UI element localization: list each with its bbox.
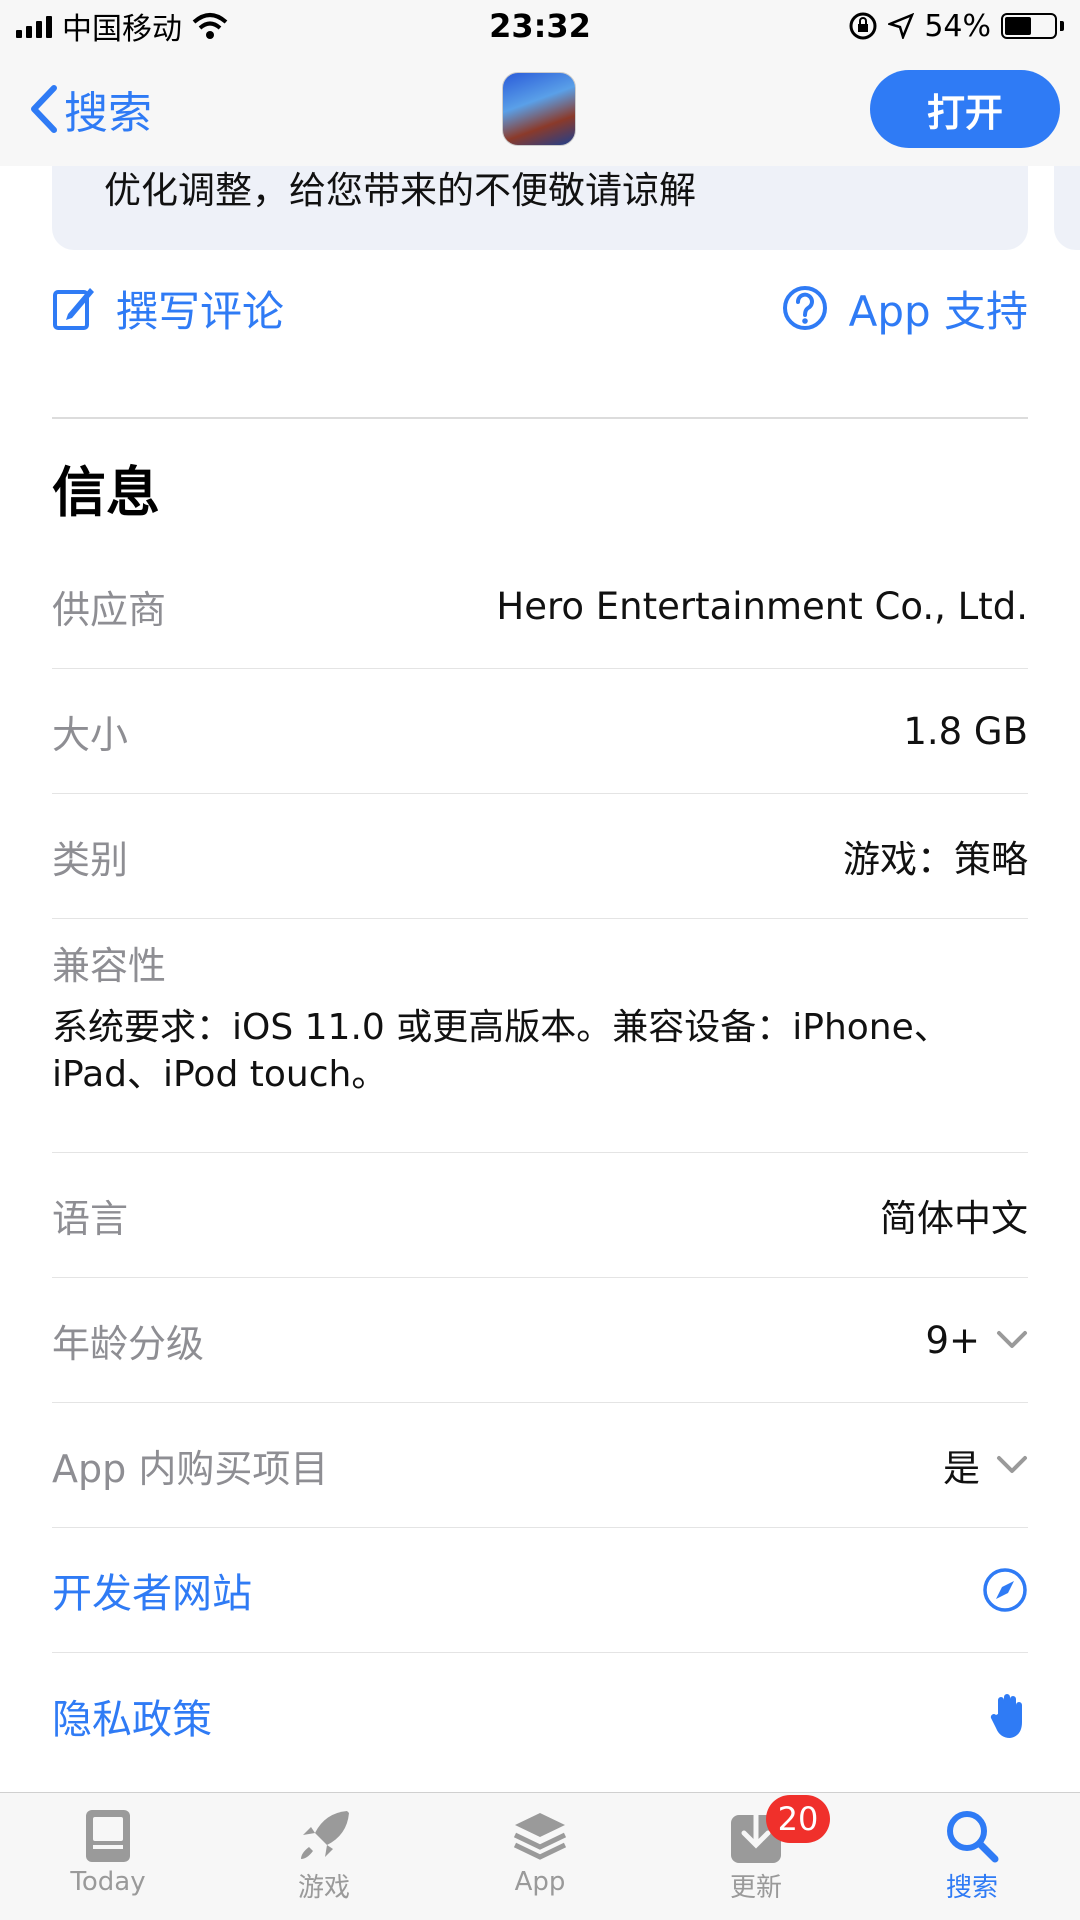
in-app-purchase-row[interactable]: App 内购买项目 是 [52,1403,1028,1528]
navigation-bar: 搜索 打开 [0,52,1080,166]
compass-icon [983,1568,1027,1612]
in-app-purchase-label: App 内购买项目 [52,1446,329,1491]
status-left: 中国移动 [16,4,228,48]
info-section-title: 信息 [52,461,160,524]
language-row: 语言 简体中文 [52,1153,1028,1278]
write-review-label: 撰写评论 [116,286,285,336]
compatibility-label: 兼容性 [52,944,167,988]
app-stack-icon [513,1813,567,1860]
back-button[interactable]: 搜索 [28,77,152,141]
app-support-label: App 支持 [848,286,1028,336]
tab-updates[interactable]: 20 更新 [686,1795,830,1904]
compatibility-value: 系统要求：iOS 11.0 或更高版本。兼容设备：iPhone、iPad、iPo… [52,1007,950,1095]
app-icon [502,72,576,146]
tab-search[interactable]: 搜索 [902,1807,1042,1904]
tab-apps[interactable]: App [470,1807,610,1897]
privacy-policy-row[interactable]: 隐私政策 [52,1653,1028,1778]
back-label: 搜索 [64,88,152,139]
age-rating-row[interactable]: 年龄分级 9+ [52,1278,1028,1403]
chevron-down-icon[interactable] [996,1455,1028,1475]
tab-bar: Today 游戏 App 20 更新 搜索 [0,1792,1080,1920]
tab-apps-label: App [514,1867,566,1897]
rocket-icon [301,1811,349,1859]
review-actions: 撰写评论 App 支持 [52,270,1028,346]
hand-icon [990,1693,1022,1738]
today-icon [86,1810,130,1862]
app-store-page: 中国移动 23:32 54% 搜索 打开 优化调整，给您带来的不便敬请谅解 撰写… [0,0,1080,1920]
search-icon [947,1811,999,1863]
provider-label: 供应商 [52,587,167,632]
tab-today[interactable]: Today [38,1807,178,1897]
location-arrow-icon [888,13,915,39]
category-value: 游戏：策略 [843,838,1028,881]
privacy-policy-link[interactable]: 隐私政策 [52,1687,212,1745]
provider-value: Hero Entertainment Co., Ltd. [496,584,1028,628]
in-app-purchase-value: 是 [943,1447,980,1490]
status-right: 54% [848,9,1064,44]
category-label: 类别 [52,837,129,882]
age-rating-label: 年龄分级 [52,1321,205,1366]
tab-games[interactable]: 游戏 [254,1807,394,1904]
size-value: 1.8 GB [903,709,1028,753]
provider-row: 供应商 Hero Entertainment Co., Ltd. [52,544,1028,669]
in-app-purchase-value-group: 是 [943,1438,1028,1492]
info-list: 供应商 Hero Entertainment Co., Ltd. 大小 1.8 … [52,544,1028,1778]
rotation-lock-icon [849,12,877,40]
category-row: 类别 游戏：策略 [52,794,1028,919]
size-row: 大小 1.8 GB [52,669,1028,794]
chevron-left-icon [31,85,57,133]
open-button[interactable]: 打开 [870,70,1060,148]
whats-new-text: 优化调整，给您带来的不便敬请谅解 [104,169,696,212]
tab-search-label: 搜索 [945,1873,998,1903]
size-label: 大小 [52,712,129,757]
signal-icon [16,14,52,38]
chevron-down-icon[interactable] [996,1330,1028,1350]
status-bar: 中国移动 23:32 54% [0,0,1080,52]
wifi-icon [192,13,228,39]
battery-icon [1001,13,1064,39]
tab-today-label: Today [70,1867,146,1897]
question-circle-icon [782,286,827,330]
language-value: 简体中文 [880,1197,1028,1240]
carrier-label: 中国移动 [62,12,182,47]
tab-updates-label: 更新 [729,1873,782,1903]
section-divider [52,417,1028,419]
compose-icon [53,288,94,330]
language-label: 语言 [52,1196,129,1241]
developer-website-link[interactable]: 开发者网站 [52,1561,252,1619]
age-rating-value-group: 9+ [925,1319,1028,1362]
app-support-button[interactable]: App 支持 [781,278,1028,339]
age-rating-value: 9+ [925,1318,980,1362]
compatibility-row: 兼容性 系统要求：iOS 11.0 或更高版本。兼容设备：iPhone、iPad… [52,919,1028,1153]
developer-website-row[interactable]: 开发者网站 [52,1528,1028,1653]
battery-percent: 54% [924,8,991,44]
write-review-button[interactable]: 撰写评论 [52,278,284,339]
tab-games-label: 游戏 [297,1873,350,1903]
updates-badge: 20 [766,1795,830,1843]
